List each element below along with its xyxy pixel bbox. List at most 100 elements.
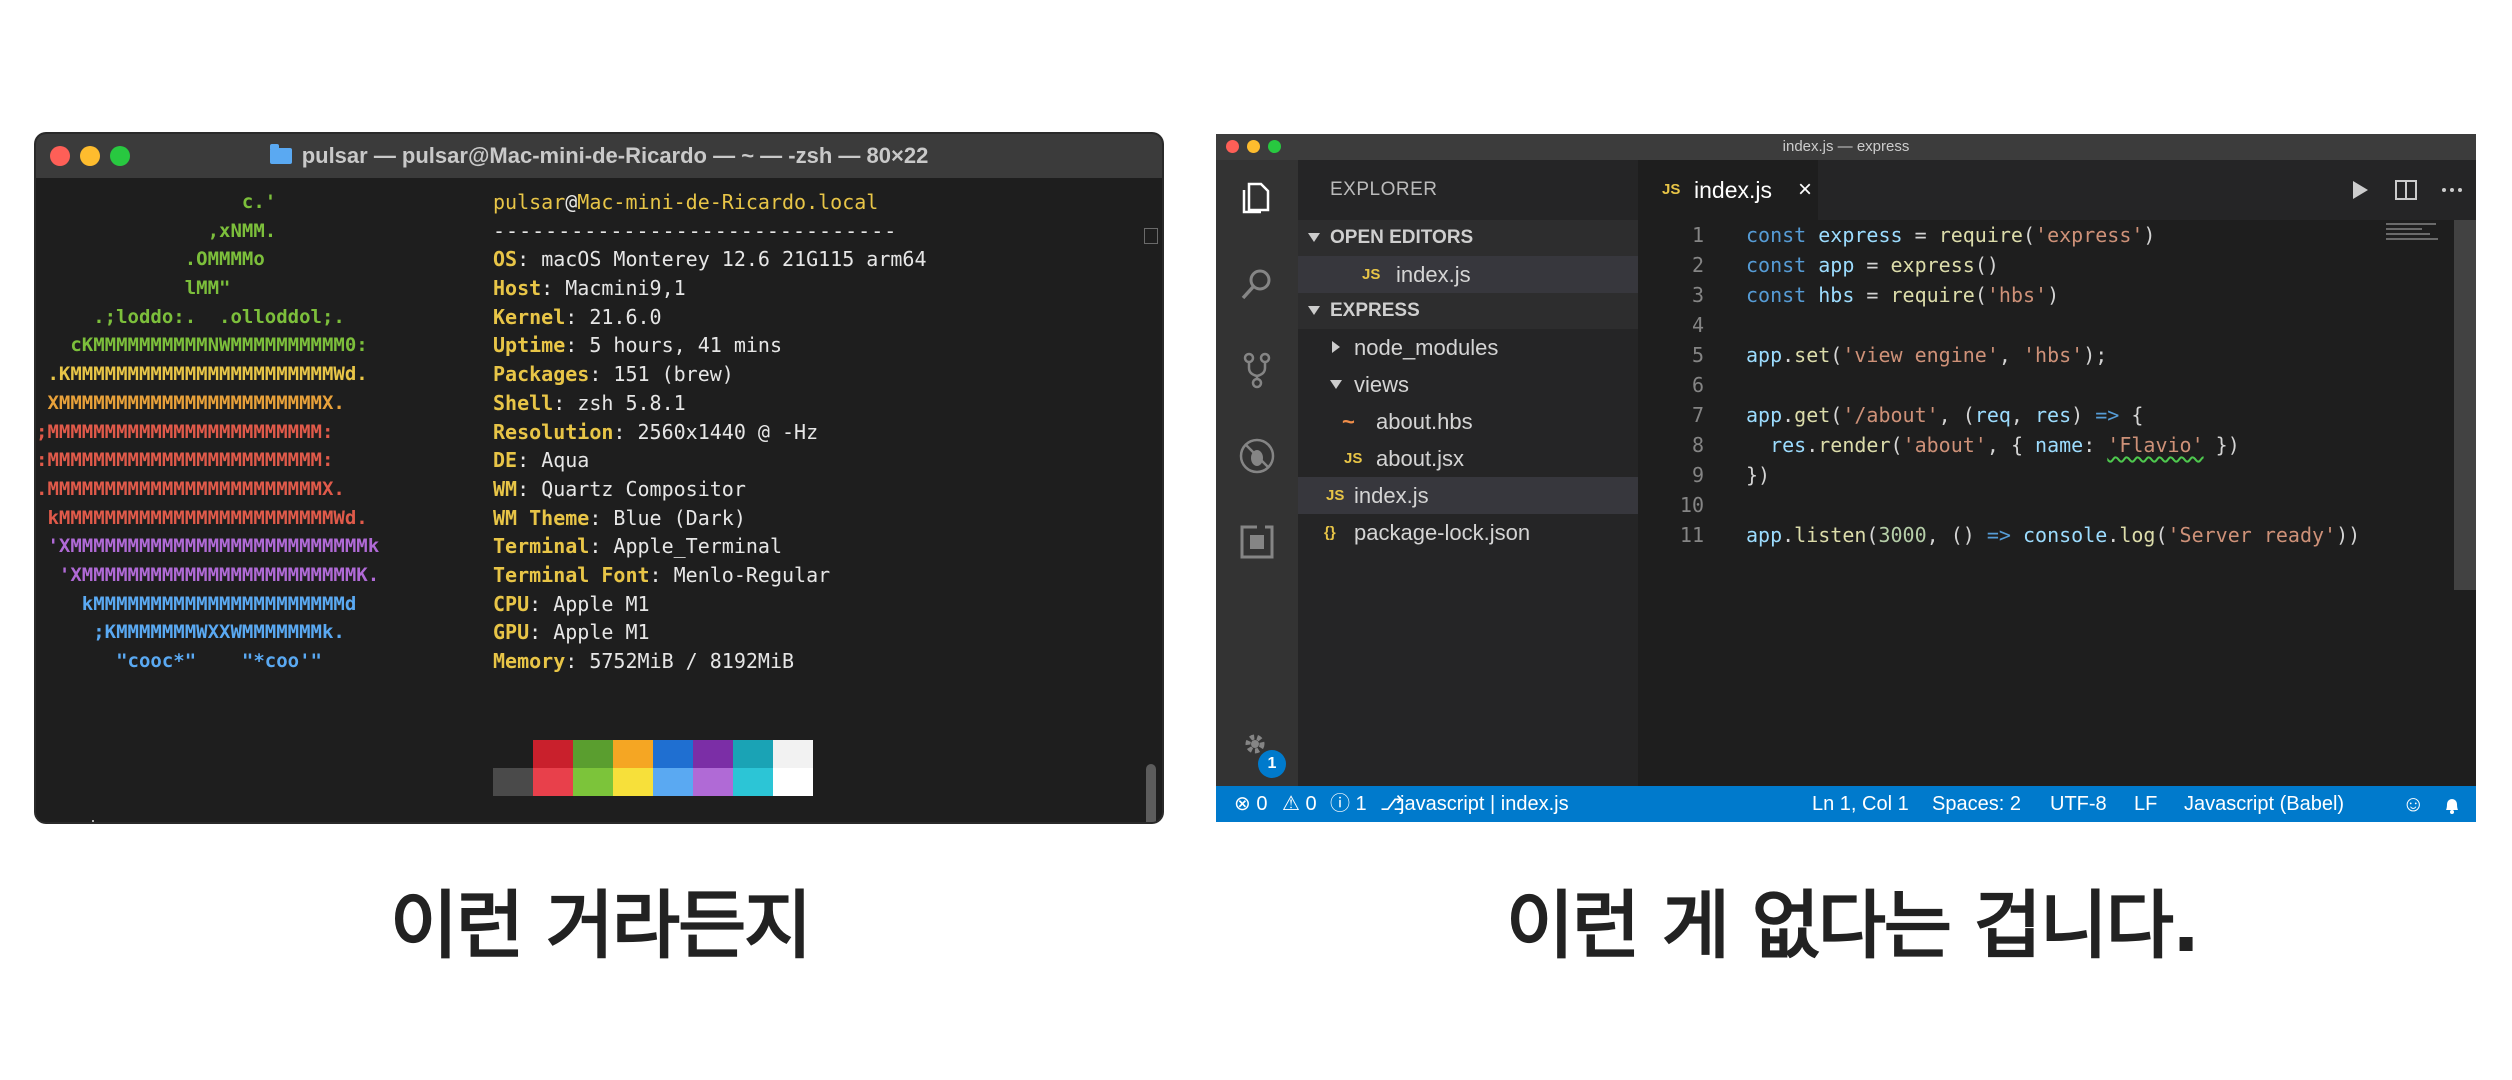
caption-right: 이런 게 없다는 겁니다. <box>1506 883 2200 969</box>
logo-line: ;KMMMMMMMWXXWMMMMMMMk. <box>36 621 345 644</box>
code-line: 8 res.render('about', { name: 'Flavio' }… <box>1691 433 2240 457</box>
terminal-title-text: pulsar — pulsar@Mac-mini-de-Ricardo — ~ … <box>301 143 929 168</box>
zoom-window-button[interactable] <box>1268 140 1281 153</box>
more-actions-icon[interactable] <box>2440 178 2464 202</box>
tree-item-about-jsx[interactable]: JS about.jsx <box>1298 440 1638 477</box>
close-window-button[interactable] <box>1226 140 1239 153</box>
run-icon[interactable] <box>2348 178 2372 202</box>
tree-item-package-lock[interactable]: {} package-lock.json <box>1298 514 1638 551</box>
separator-line: ------------------------------- <box>493 218 898 243</box>
terminal-title: pulsar — pulsar@Mac-mini-de-Ricardo — ~ … <box>269 143 929 169</box>
problems-info[interactable]: ⓘ 1 <box>1330 786 1367 822</box>
vscode-title: index.js — express <box>1782 138 1910 155</box>
color-swatch <box>773 740 813 768</box>
js-file-icon: JS <box>1326 487 1345 504</box>
color-swatches <box>493 740 813 796</box>
editor-area: JS index.js × 1 const express = require('… <box>1638 160 2476 786</box>
info-value: 21.6.0 <box>589 304 662 329</box>
cursor-position[interactable]: Ln 1, Col 1 <box>1812 786 1909 822</box>
info-line: Memory: 5752MiB / 8192MiB <box>493 649 795 673</box>
logo-line: "cooc*" "*coo'" <box>36 650 322 672</box>
minimize-window-button[interactable] <box>1247 140 1260 153</box>
shell-prompt[interactable]: → ~ <box>50 818 95 822</box>
info-key: Terminal Font <box>493 562 650 587</box>
info-key: Packages <box>493 362 590 387</box>
close-tab-icon[interactable]: × <box>1798 160 1812 220</box>
info-value: 5 hours, 41 mins <box>589 333 782 358</box>
zoom-window-button[interactable] <box>110 146 130 166</box>
code-editor[interactable]: 1 const express = require('express') 2 con… <box>1638 220 2438 550</box>
info-value: Quartz Compositor <box>541 476 746 501</box>
tree-item-views[interactable]: views <box>1298 366 1638 403</box>
tree-item-label: about.hbs <box>1376 409 1473 434</box>
logo-line: :MMMMMMMMMMMMMMMMMMMMMMMM: <box>36 449 334 472</box>
extensions-icon[interactable] <box>1237 522 1277 562</box>
language-mode[interactable]: Javascript (Babel) <box>2184 786 2344 822</box>
smiley-feedback-icon[interactable]: ☺ <box>2402 786 2424 822</box>
source-control-icon[interactable] <box>1237 350 1277 390</box>
chevron-down-icon <box>1308 233 1320 243</box>
tree-item-index-js[interactable]: JS index.js <box>1298 477 1638 514</box>
caption-left: 이런 거라든지 <box>390 883 812 969</box>
open-editors-section[interactable]: OPEN EDITORS <box>1298 220 1638 256</box>
project-section[interactable]: EXPRESS <box>1298 293 1638 329</box>
file-encoding[interactable]: UTF-8 <box>2050 786 2107 822</box>
code-line: 11 app.listen(3000, () => console.log('Se… <box>1679 523 2361 547</box>
info-line: WM Theme: Blue (Dark) <box>493 505 746 530</box>
info-line: Kernel: 21.6.0 <box>493 304 662 329</box>
info-line: Packages: 151 (brew) <box>493 362 734 387</box>
info-value: zsh 5.8.1 <box>577 390 686 415</box>
scrollbar-thumb[interactable] <box>1146 764 1156 822</box>
color-swatch <box>493 768 533 796</box>
color-swatch <box>693 768 733 796</box>
terminal-scrollbar[interactable] <box>1144 228 1158 822</box>
open-editors-label: OPEN EDITORS <box>1330 227 1474 248</box>
editor-scrollbar[interactable] <box>2454 220 2476 590</box>
info-line: DE: Aqua <box>493 448 590 473</box>
editor-actions <box>2348 178 2464 202</box>
chevron-right-icon <box>1332 341 1340 353</box>
color-swatch <box>493 740 533 768</box>
code-line: 3 const hbs = require('hbs') <box>1691 283 2060 307</box>
tree-item-about-hbs[interactable]: ~ about.hbs <box>1298 403 1638 440</box>
color-swatch <box>693 740 733 768</box>
vscode-window: index.js — express 1 EXPLORER OPEN EDITO… <box>1216 134 2476 822</box>
problems-errors[interactable]: ⊗ 0 <box>1234 786 1267 822</box>
window-controls <box>1226 140 1281 153</box>
info-key: Resolution <box>493 419 614 444</box>
language-scope[interactable]: javascript | index.js <box>1400 786 1569 822</box>
close-window-button[interactable] <box>50 146 70 166</box>
info-key: WM <box>493 476 518 501</box>
logo-line: lMM" <box>36 277 231 300</box>
tree-item-label: views <box>1354 372 1410 397</box>
tree-item-node-modules[interactable]: node_modules <box>1298 329 1638 366</box>
status-bar: ⊗ 0 ⚠ 0 ⓘ 1 ⎇ javascript | index.js Ln 1… <box>1216 786 2476 822</box>
terminal-body[interactable]: c.' ,xNMM. .OMMMMo lMM" .;loddo:. .ollod… <box>36 178 1162 822</box>
info-key: Shell <box>493 390 554 415</box>
minimize-window-button[interactable] <box>80 146 100 166</box>
color-swatch <box>533 768 573 796</box>
info-key: Uptime <box>493 333 566 358</box>
bell-notification-icon[interactable] <box>2442 786 2462 822</box>
minimap[interactable] <box>2386 220 2446 250</box>
search-icon[interactable] <box>1237 264 1277 304</box>
tree-item-label: package-lock.json <box>1354 520 1531 545</box>
handlebars-file-icon: ~ <box>1342 409 1355 434</box>
split-editor-icon[interactable] <box>2394 178 2418 202</box>
indent-spaces[interactable]: Spaces: 2 <box>1932 786 2021 822</box>
end-of-line[interactable]: LF <box>2134 786 2157 822</box>
prompt-text: → ~ <box>50 818 86 822</box>
code-line: 5 app.set('view engine', 'hbs'); <box>1691 343 2108 367</box>
files-icon[interactable] <box>1237 178 1277 218</box>
open-editor-item[interactable]: JS index.js <box>1298 256 1638 293</box>
info-key: Memory <box>493 649 566 673</box>
vscode-titlebar: index.js — express <box>1216 134 2476 160</box>
info-key: Kernel <box>493 304 566 329</box>
info-line: Uptime: 5 hours, 41 mins <box>493 333 782 358</box>
tab-index-js[interactable]: JS index.js × <box>1638 160 1818 220</box>
color-swatch <box>733 740 773 768</box>
problems-warnings[interactable]: ⚠ 0 <box>1282 786 1317 822</box>
color-swatch <box>573 768 613 796</box>
debug-icon[interactable] <box>1237 436 1277 476</box>
info-line: WM: Quartz Compositor <box>493 476 746 501</box>
